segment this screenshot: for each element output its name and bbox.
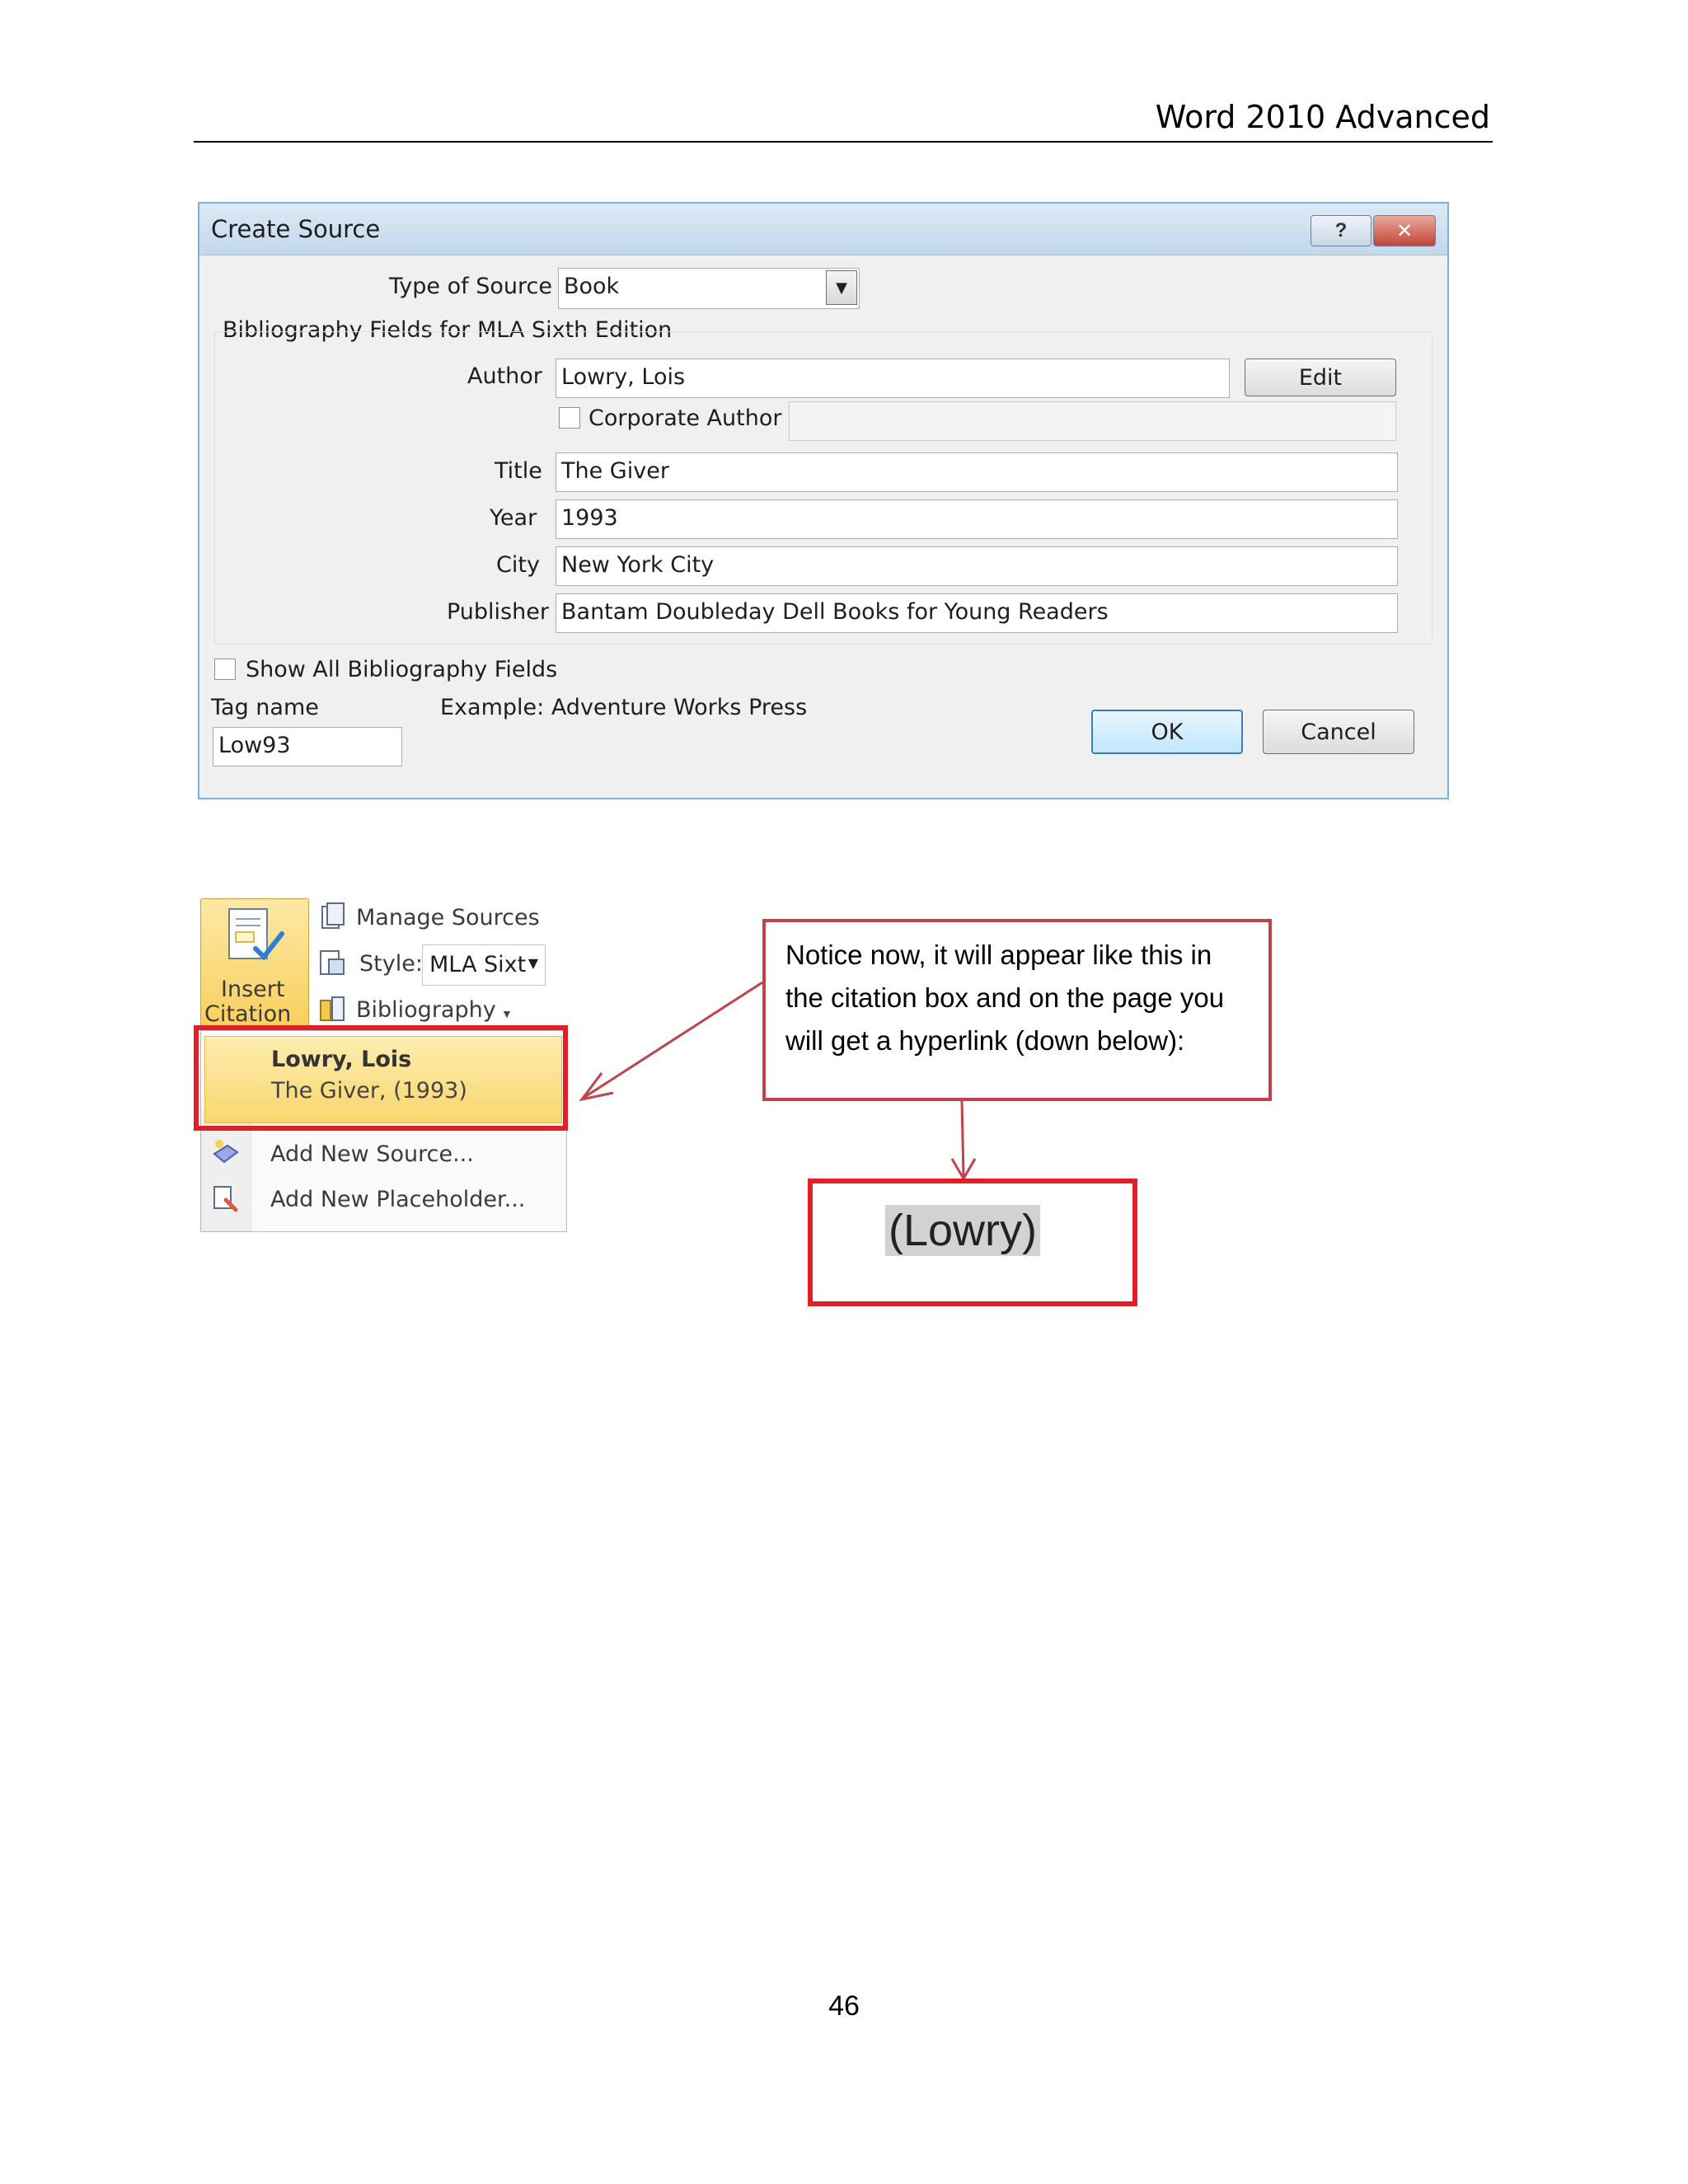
citation-example-text: (Lowry) — [885, 1205, 1041, 1256]
annotation-arrows — [579, 981, 977, 1181]
page-number: 46 — [828, 1990, 860, 2022]
arrow-to-hyperlink — [960, 1100, 965, 1178]
arrow-to-citation — [583, 981, 763, 1099]
